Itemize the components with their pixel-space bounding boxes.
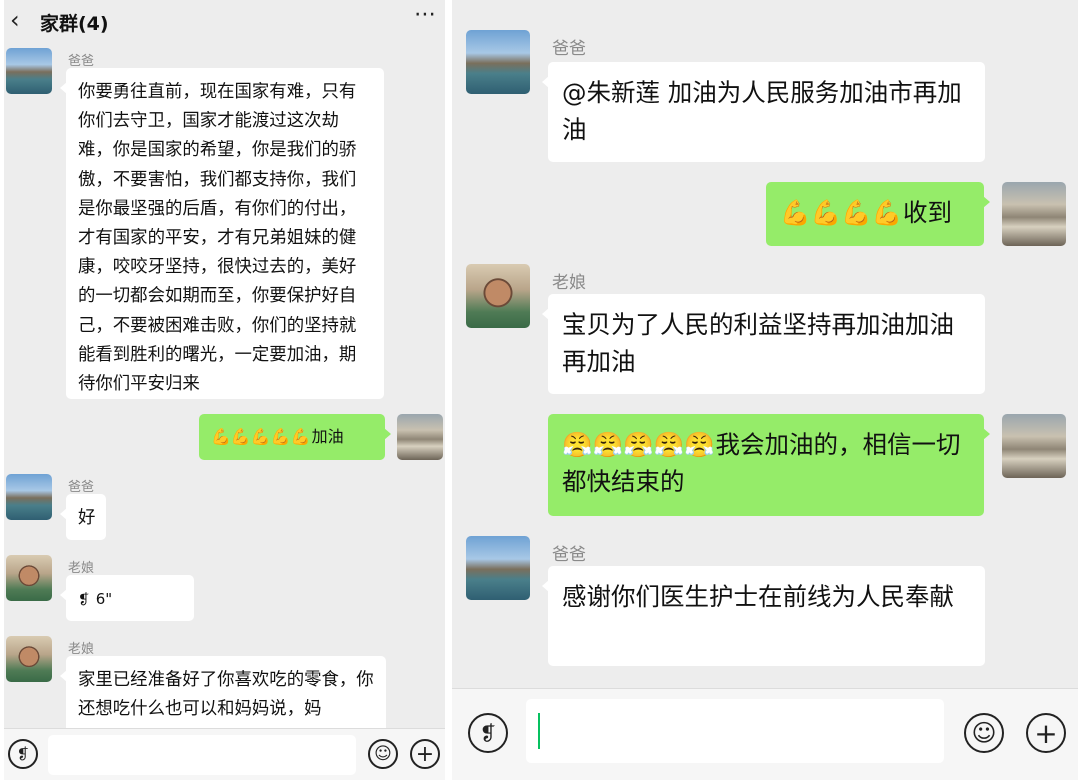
avatar-mom[interactable] <box>466 264 530 328</box>
avatar-mom[interactable] <box>6 555 52 601</box>
avatar-self[interactable] <box>1002 414 1066 478</box>
voice-input-icon[interactable]: ❡ <box>468 713 508 753</box>
avatar-mom[interactable] <box>6 636 52 682</box>
sender-name: 老娘 <box>68 642 95 657</box>
avatar-dad[interactable] <box>466 536 530 600</box>
message-bubble[interactable]: 好 <box>60 494 106 540</box>
voice-icon: ❡ <box>78 592 90 608</box>
avatar-dad[interactable] <box>466 30 530 94</box>
sender-name: 爸爸 <box>68 480 95 495</box>
avatar-dad[interactable] <box>6 48 52 94</box>
voice-message-bubble[interactable]: ❡ 6" <box>60 575 194 621</box>
avatar-self[interactable] <box>1002 182 1066 246</box>
self-message-bubble[interactable]: 💪💪💪💪收到 <box>766 182 990 246</box>
left-chat-screen: ‹ 家群(4) ⋯ 爸爸 你要勇往直前，现在国家有难，只有你们去守卫，国家才能渡… <box>4 0 445 780</box>
plus-icon[interactable]: + <box>410 739 440 769</box>
sender-name: 爸爸 <box>552 39 586 59</box>
right-chat-screen: 爸爸 @朱新莲 加油为人民服务加油市再加油 💪💪💪💪收到 老娘 宝贝为了人民的利… <box>452 0 1078 780</box>
chat-title: 家群(4) <box>40 13 109 35</box>
sender-name: 爸爸 <box>552 545 586 565</box>
voice-duration: 6" <box>95 590 113 608</box>
input-bar: ❡ ☺ + <box>4 728 445 780</box>
message-text: 加油 <box>311 427 344 446</box>
flexed-biceps-emoji: 💪💪💪💪💪 <box>211 427 311 446</box>
back-icon[interactable]: ‹ <box>10 6 20 34</box>
input-bar: ❡ ☺ + <box>452 688 1078 780</box>
chat-header: ‹ 家群(4) ⋯ <box>4 0 445 42</box>
emoji-icon[interactable]: ☺ <box>368 739 398 769</box>
message-bubble[interactable]: 你要勇往直前，现在国家有难，只有你们去守卫，国家才能渡过这次劫难，你是国家的希望… <box>60 68 384 399</box>
text-caret <box>538 713 540 749</box>
sender-name: 老娘 <box>552 273 586 293</box>
angry-face-emoji: 😤😤😤😤😤 <box>562 430 715 459</box>
sender-name: 爸爸 <box>68 54 95 69</box>
self-message-bubble[interactable]: 💪💪💪💪💪加油 <box>199 414 391 460</box>
avatar-dad[interactable] <box>6 474 52 520</box>
message-text: 收到 <box>903 198 953 227</box>
plus-icon[interactable]: + <box>1026 713 1066 753</box>
message-input[interactable] <box>48 735 356 775</box>
message-input[interactable] <box>526 699 944 763</box>
avatar-self[interactable] <box>397 414 443 460</box>
sender-name: 老娘 <box>68 561 95 576</box>
voice-input-icon[interactable]: ❡ <box>8 739 38 769</box>
flexed-biceps-emoji: 💪💪💪💪 <box>780 198 903 227</box>
message-bubble[interactable]: 宝贝为了人民的利益坚持再加油加油再加油 <box>542 294 985 394</box>
self-message-bubble[interactable]: 😤😤😤😤😤我会加油的，相信一切都快结束的 <box>548 414 990 516</box>
more-icon[interactable]: ⋯ <box>414 2 437 27</box>
message-bubble[interactable]: @朱新莲 加油为人民服务加油市再加油 <box>542 62 985 162</box>
emoji-icon[interactable]: ☺ <box>964 713 1004 753</box>
message-bubble[interactable]: 感谢你们医生护士在前线为人民奉献 <box>542 566 985 666</box>
